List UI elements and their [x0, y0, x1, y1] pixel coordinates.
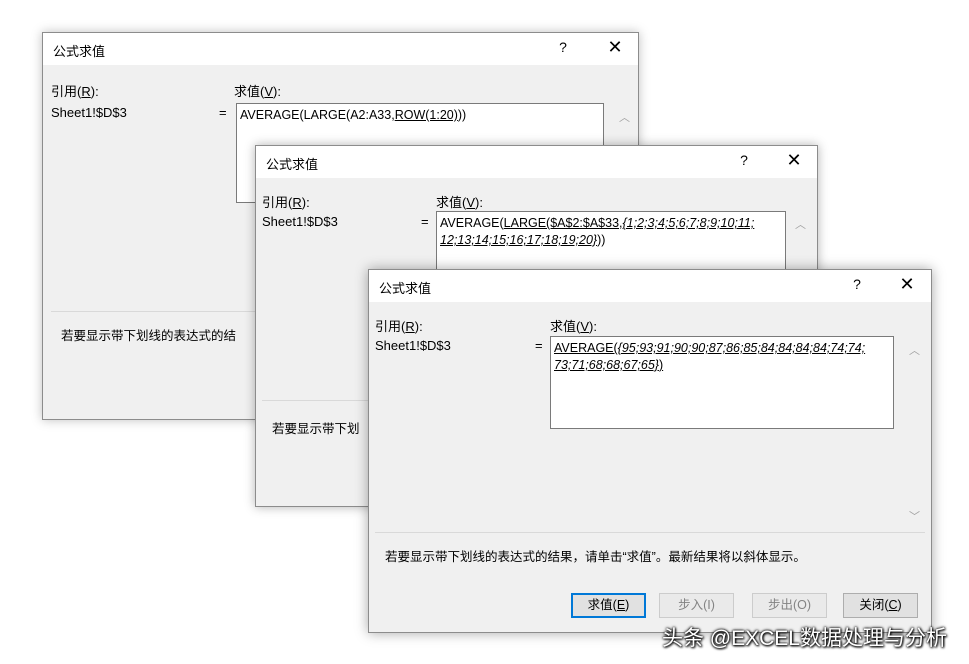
step-in-button[interactable]: 步入(I): [659, 593, 734, 618]
scroll-up-icon[interactable]: ︿: [909, 342, 920, 358]
title-bar: 公式求值 ? ✕: [256, 146, 817, 178]
close-icon[interactable]: ✕: [783, 150, 805, 171]
close-icon[interactable]: ✕: [896, 274, 918, 295]
divider: [375, 532, 925, 533]
scroll-down-icon[interactable]: ﹀: [909, 508, 920, 524]
step-out-button[interactable]: 步出(O): [752, 593, 827, 618]
hint-text: 若要显示带下划线的表达式的结果，请单击“求值”。最新结果将以斜体显示。: [385, 550, 806, 564]
equals-sign: =: [535, 338, 543, 353]
scroll-up-icon[interactable]: ︿: [795, 216, 806, 232]
help-button[interactable]: ?: [847, 276, 867, 292]
reference-label: 引用(R):: [375, 319, 423, 334]
close-icon[interactable]: ✕: [604, 37, 626, 58]
reference-label: 引用(R):: [51, 84, 99, 99]
reference-value: Sheet1!$D$3: [375, 338, 451, 353]
scroll-up-icon[interactable]: ︿: [619, 109, 630, 125]
title-bar: 公式求值 ? ✕: [43, 33, 638, 65]
hint-text: 若要显示带下划线的表达式的结: [61, 329, 237, 343]
evaluation-label: 求值(V):: [550, 319, 597, 334]
evaluation-label: 求值(V):: [234, 84, 281, 99]
dialog-title: 公式求值: [379, 281, 432, 296]
evaluation-textbox[interactable]: AVERAGE({95;93;91;90;90;87;86;85;84;84;8…: [550, 336, 894, 429]
dialog-title: 公式求值: [53, 44, 106, 59]
title-bar: 公式求值 ? ✕: [369, 270, 931, 302]
evaluate-formula-dialog-3: 公式求值 ? ✕ 引用(R): Sheet1!$D$3 求值(V): = AVE…: [368, 269, 932, 633]
help-button[interactable]: ?: [734, 152, 754, 168]
evaluate-button[interactable]: 求值(E): [571, 593, 646, 618]
reference-value: Sheet1!$D$3: [51, 105, 127, 120]
reference-label: 引用(R):: [262, 195, 310, 210]
evaluation-label: 求值(V):: [436, 195, 483, 210]
close-button[interactable]: 关闭(C): [843, 593, 918, 618]
reference-value: Sheet1!$D$3: [262, 214, 338, 229]
equals-sign: =: [421, 214, 429, 229]
watermark: 头条 @EXCEL数据处理与分析: [661, 627, 947, 650]
hint-text: 若要显示带下划: [272, 422, 360, 436]
dialog-title: 公式求值: [266, 157, 319, 172]
equals-sign: =: [219, 105, 227, 120]
help-button[interactable]: ?: [553, 39, 573, 55]
